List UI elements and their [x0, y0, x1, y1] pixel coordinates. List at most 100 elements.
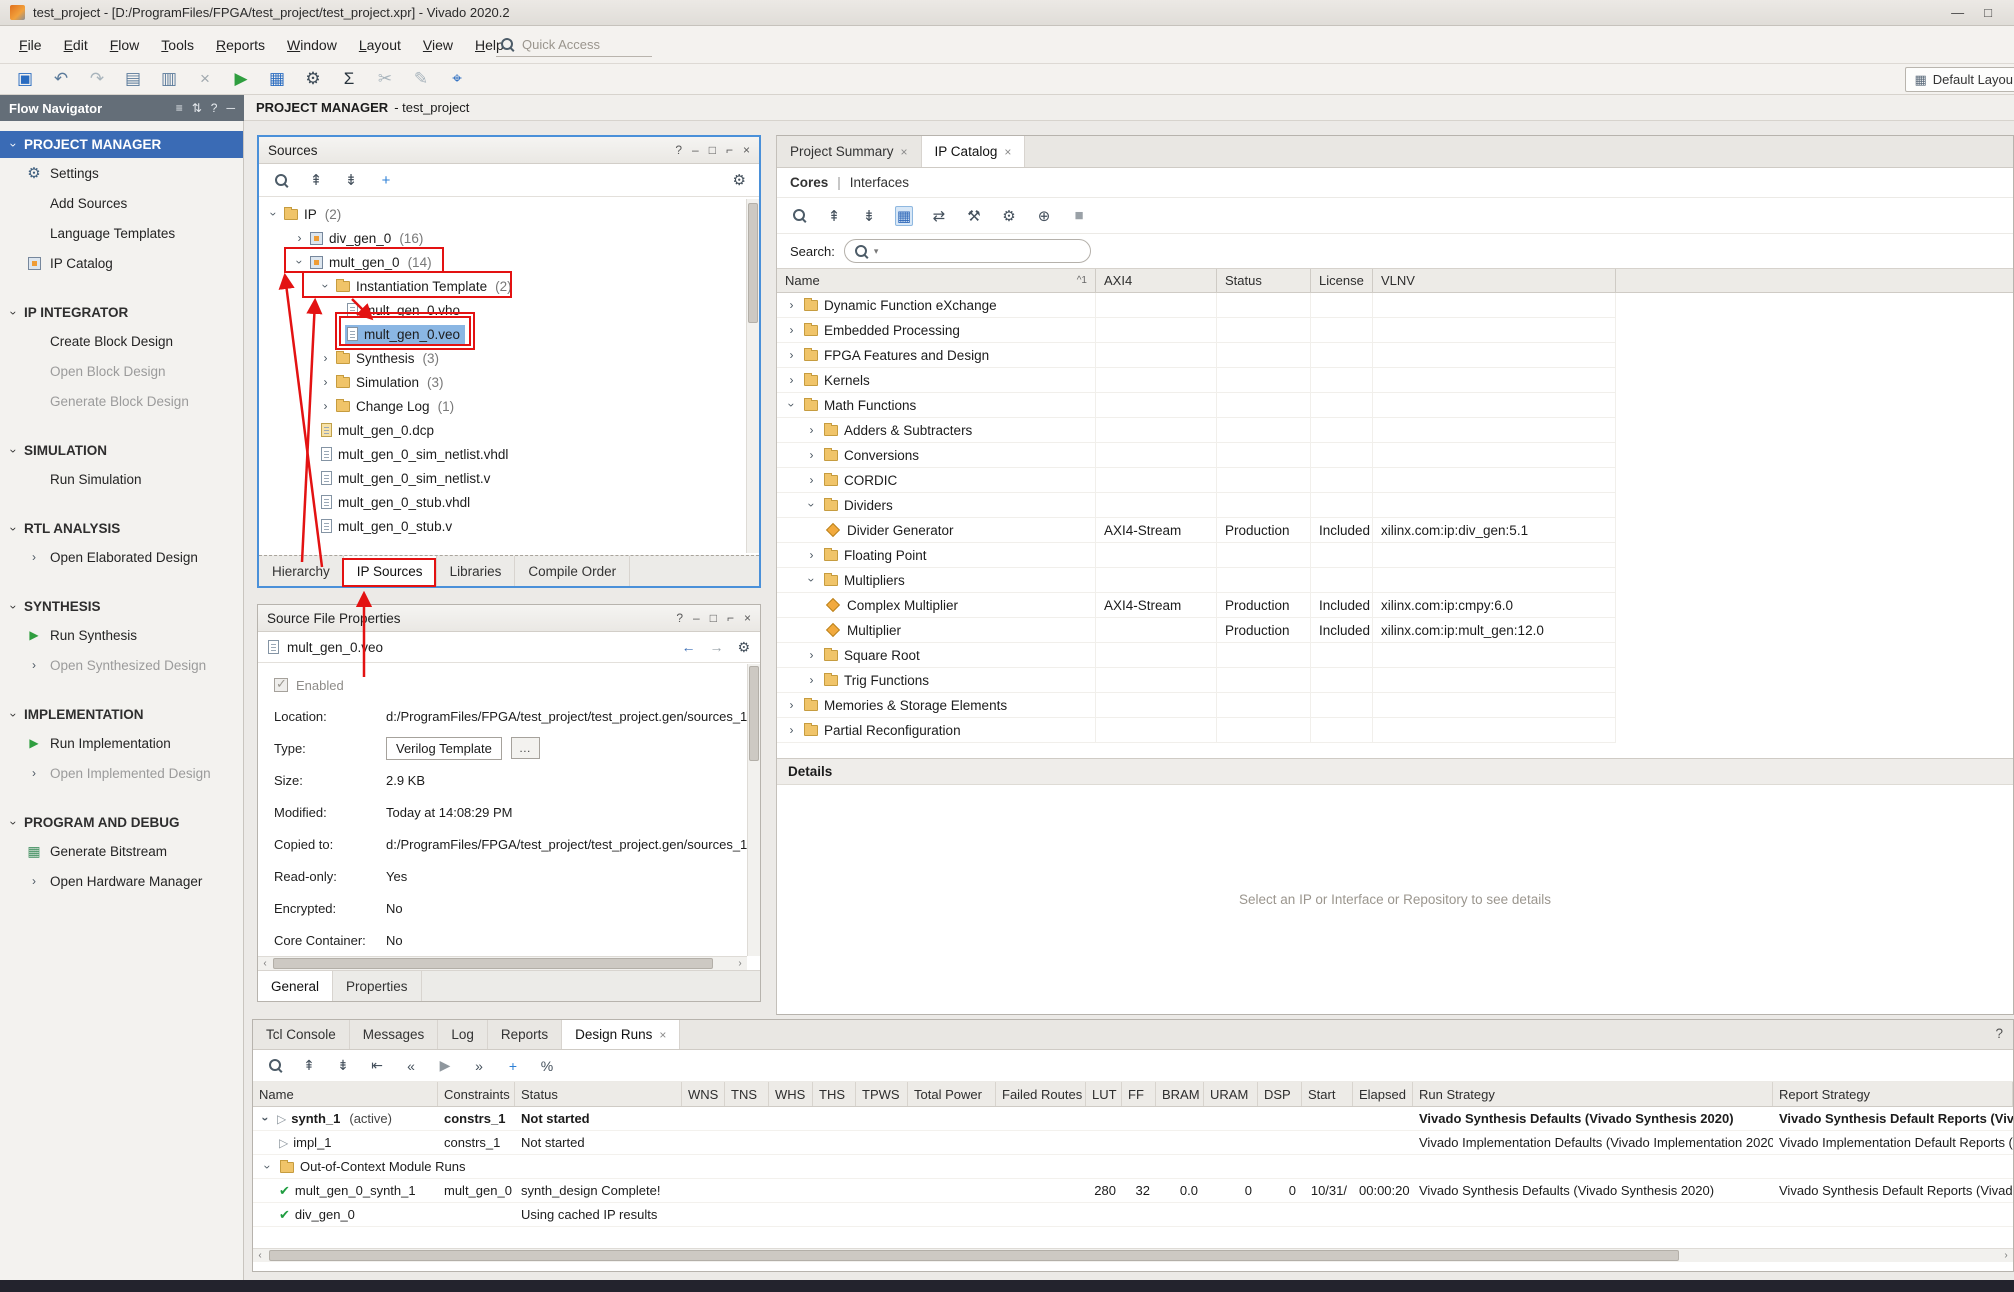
run-selected-icon[interactable]: ▶: [436, 1056, 454, 1076]
tree-item-mult-gen-0-sim-netlist-vhdl[interactable]: mult_gen_0_sim_netlist.vhdl: [259, 442, 745, 466]
runs-column-header-tns[interactable]: TNS: [725, 1082, 769, 1106]
tree-item-div-gen-0[interactable]: ›div_gen_0(16): [259, 226, 745, 250]
runs-column-header-constraints[interactable]: Constraints: [438, 1082, 515, 1106]
chevron-right-icon[interactable]: ›: [805, 448, 818, 462]
float-button[interactable]: □: [710, 611, 717, 625]
bottom-tab-tcl-console[interactable]: Tcl Console: [253, 1020, 350, 1049]
catalog-row-fpga-features-and-design[interactable]: ›FPGA Features and Design: [777, 343, 1616, 368]
run-button[interactable]: ▶: [228, 67, 254, 91]
program-button[interactable]: ▦: [264, 67, 290, 91]
customize-ip-icon[interactable]: ⚒: [965, 206, 983, 226]
chevron-down-icon[interactable]: ›: [267, 208, 281, 221]
catalog-row-complex-multiplier[interactable]: Complex MultiplierAXI4-StreamProductionI…: [777, 593, 1616, 618]
catalog-row-dividers[interactable]: ›Dividers: [777, 493, 1616, 518]
scrollbar-thumb[interactable]: [749, 666, 759, 761]
runs-column-header-lut[interactable]: LUT: [1086, 1082, 1122, 1106]
column-header-name[interactable]: Name^1: [777, 269, 1096, 292]
sources-tab-hierarchy[interactable]: Hierarchy: [259, 556, 344, 586]
chevron-right-icon[interactable]: ›: [805, 548, 818, 562]
group-by-category-icon[interactable]: ▦: [895, 206, 913, 226]
chevron-right-icon[interactable]: ›: [785, 698, 798, 712]
sidebar-item-run-simulation[interactable]: Run Simulation: [0, 464, 243, 494]
tree-item-instantiation-template[interactable]: ›Instantiation Template(2): [259, 274, 745, 298]
compare-versions-icon[interactable]: ⇄: [930, 206, 948, 226]
runs-column-header-bram[interactable]: BRAM: [1156, 1082, 1204, 1106]
collapse-all-icon[interactable]: ⇞: [825, 206, 843, 226]
close-icon[interactable]: ×: [901, 145, 908, 159]
float-button[interactable]: □: [709, 143, 716, 157]
go-to-start-icon[interactable]: ⇤: [368, 1056, 386, 1076]
catalog-row-divider-generator[interactable]: Divider GeneratorAXI4-StreamProductionIn…: [777, 518, 1616, 543]
help-icon[interactable]: ?: [211, 101, 218, 115]
chevron-right-icon[interactable]: ›: [805, 473, 818, 487]
default-layout-button[interactable]: ▦ Default Layou: [1905, 67, 2014, 92]
run-row-div-gen-0[interactable]: ✔div_gen_0Using cached IP results: [253, 1203, 2013, 1227]
sidebar-item-open-hardware-manager[interactable]: ›Open Hardware Manager: [0, 866, 243, 896]
subtab-cores[interactable]: Cores: [790, 175, 828, 190]
run-row-synth-1[interactable]: ›▷synth_1(active)constrs_1Not startedViv…: [253, 1107, 2013, 1131]
expand-collapse-icon[interactable]: ⇅: [192, 101, 202, 115]
catalog-row-floating-point[interactable]: ›Floating Point: [777, 543, 1616, 568]
runs-column-header-whs[interactable]: WHS: [769, 1082, 813, 1106]
close-icon[interactable]: ×: [1004, 145, 1011, 159]
collapse-all-icon[interactable]: ⇞: [307, 170, 325, 190]
sidebar-item-run-implementation[interactable]: ▶Run Implementation: [0, 728, 243, 758]
menu-item-window[interactable]: Window: [276, 31, 348, 59]
chevron-right-icon[interactable]: ›: [319, 351, 332, 365]
sidebar-item-ip-catalog[interactable]: IP Catalog: [0, 248, 243, 278]
chevron-down-icon[interactable]: ›: [259, 1112, 273, 1125]
bottom-tab-messages[interactable]: Messages: [350, 1020, 439, 1049]
tree-item-ip[interactable]: ›IP(2): [259, 202, 745, 226]
column-header-status[interactable]: Status: [1217, 269, 1311, 292]
chevron-down-icon[interactable]: ›: [261, 1160, 275, 1173]
tree-item-simulation[interactable]: ›Simulation(3): [259, 370, 745, 394]
runs-column-header-run-strategy[interactable]: Run Strategy: [1413, 1082, 1773, 1106]
tree-item-mult-gen-0-stub-v[interactable]: mult_gen_0_stub.v: [259, 514, 745, 538]
menu-item-edit[interactable]: Edit: [53, 31, 99, 59]
chevron-right-icon[interactable]: ›: [805, 648, 818, 662]
catalog-row-square-root[interactable]: ›Square Root: [777, 643, 1616, 668]
sources-vertical-scrollbar[interactable]: [746, 199, 759, 553]
catalog-row-conversions[interactable]: ›Conversions: [777, 443, 1616, 468]
sidebar-item-run-synthesis[interactable]: ▶Run Synthesis: [0, 620, 243, 650]
sources-settings-gear-icon[interactable]: ⚙: [733, 171, 746, 189]
runs-group-row[interactable]: ›Out-of-Context Module Runs: [253, 1155, 2013, 1179]
dock-button[interactable]: ⌐: [726, 143, 733, 157]
help-icon[interactable]: ?: [1995, 1026, 2003, 1041]
chevron-down-icon[interactable]: ›: [805, 499, 819, 512]
close-button[interactable]: ×: [743, 143, 750, 157]
scroll-right-arrow[interactable]: ›: [1999, 1249, 2013, 1262]
scrollbar-thumb[interactable]: [748, 203, 758, 323]
redo-button[interactable]: ↷: [84, 67, 110, 91]
sidebar-section-project-manager[interactable]: ›PROJECT MANAGER: [0, 131, 243, 158]
chevron-right-icon[interactable]: ›: [319, 375, 332, 389]
chevron-down-icon[interactable]: ›: [785, 399, 799, 412]
expand-all-icon[interactable]: ⇟: [860, 206, 878, 226]
subtab-interfaces[interactable]: Interfaces: [850, 175, 909, 190]
dock-button[interactable]: ⌐: [727, 611, 734, 625]
create-run-icon[interactable]: +: [504, 1056, 522, 1076]
runs-column-header-uram[interactable]: URAM: [1204, 1082, 1258, 1106]
back-button[interactable]: ←: [681, 639, 695, 656]
save-button[interactable]: ▣: [12, 67, 38, 91]
ip-settings-icon[interactable]: ⚙: [1000, 206, 1018, 226]
scroll-right-arrow[interactable]: ›: [733, 957, 747, 970]
step-back-icon[interactable]: «: [402, 1056, 420, 1076]
sidebar-item-generate-bitstream[interactable]: ▦Generate Bitstream: [0, 836, 243, 866]
runs-column-header-wns[interactable]: WNS: [682, 1082, 725, 1106]
chevron-right-icon[interactable]: ›: [805, 423, 818, 437]
search-button[interactable]: [272, 170, 290, 190]
runs-column-header-dsp[interactable]: DSP: [1258, 1082, 1302, 1106]
menu-item-file[interactable]: File: [8, 31, 53, 59]
expand-all-icon[interactable]: ⇟: [342, 170, 360, 190]
catalog-row-cordic[interactable]: ›CORDIC: [777, 468, 1616, 493]
sources-tab-compile-order[interactable]: Compile Order: [515, 556, 630, 586]
delete-button[interactable]: ×: [192, 67, 218, 91]
catalog-row-adders-subtracters[interactable]: ›Adders & Subtracters: [777, 418, 1616, 443]
sidebar-section-program-and-debug[interactable]: ›PROGRAM AND DEBUG: [0, 809, 243, 836]
chevron-down-icon[interactable]: ›: [805, 574, 819, 587]
tree-item-mult-gen-0-vho[interactable]: mult_gen_0.vho: [259, 298, 745, 322]
sidebar-section-simulation[interactable]: ›SIMULATION: [0, 437, 243, 464]
copy-button[interactable]: ▥: [156, 67, 182, 91]
expand-all-icon[interactable]: ⇟: [334, 1056, 352, 1076]
